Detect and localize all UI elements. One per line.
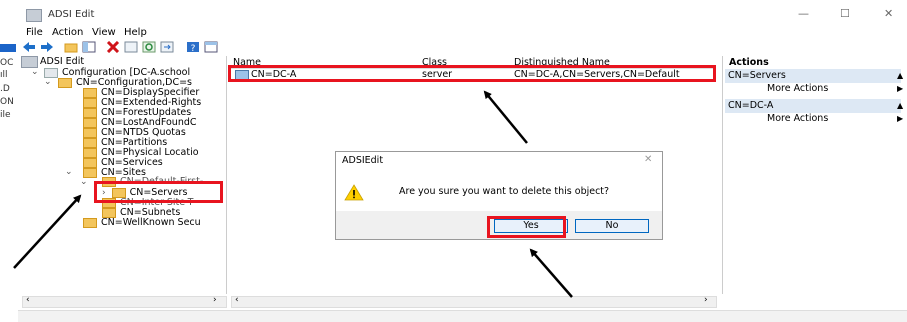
arrow-to-yes-button [529, 248, 573, 298]
arrow-to-server-row [483, 90, 528, 144]
arrow-to-servers-node [13, 194, 82, 269]
annotation-arrows [13, 90, 573, 298]
